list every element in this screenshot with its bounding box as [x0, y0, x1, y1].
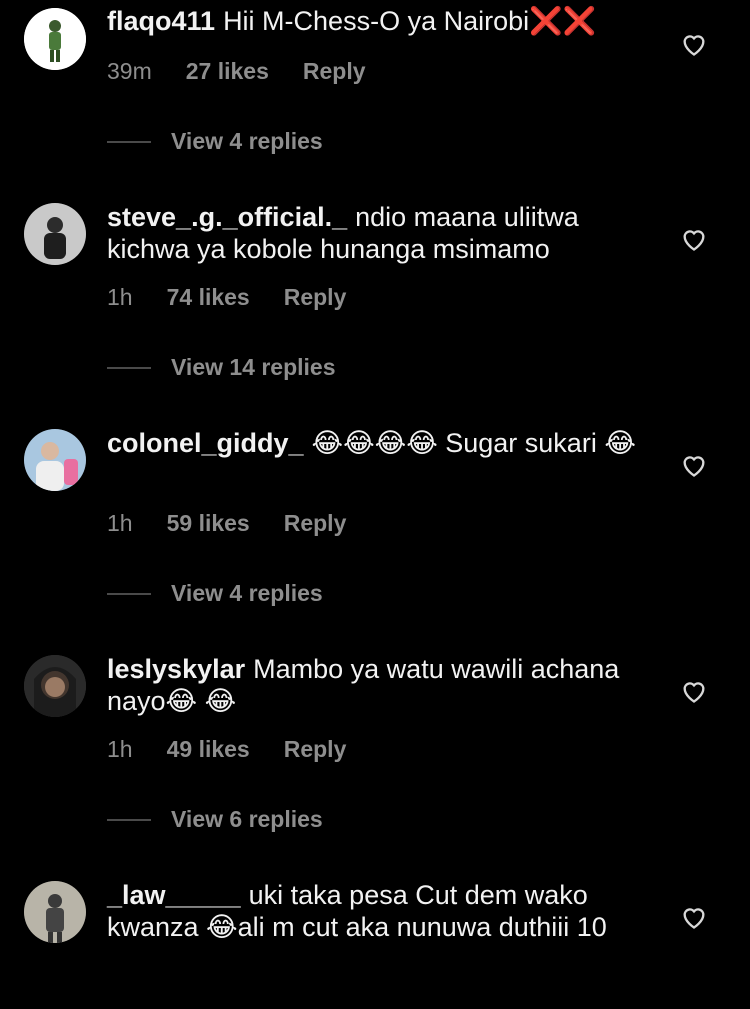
avatar[interactable]: [24, 655, 86, 717]
view-replies-label[interactable]: View 4 replies: [171, 128, 323, 155]
timestamp: 1h: [107, 284, 133, 310]
reply-button[interactable]: Reply: [284, 736, 347, 763]
reply-button[interactable]: Reply: [303, 58, 366, 85]
username[interactable]: _law_____: [107, 880, 241, 910]
view-replies-button[interactable]: View 6 replies: [107, 806, 323, 833]
timestamp: 1h: [107, 510, 133, 536]
comment-text: leslyskylar Mambo ya watu wawili achana n…: [107, 653, 667, 717]
heart-outline-icon[interactable]: [680, 452, 708, 478]
comment-meta: 39m 27 likes Reply: [107, 58, 366, 85]
reply-button[interactable]: Reply: [284, 284, 347, 311]
comment-text: steve_.g._official._ ndio maana uliitwa k…: [107, 201, 667, 265]
likes-count[interactable]: 27 likes: [186, 58, 269, 85]
comment-body: 😂😂😂😂 Sugar sukari 😂: [311, 428, 636, 458]
reply-button[interactable]: Reply: [284, 510, 347, 537]
avatar[interactable]: [24, 8, 86, 70]
view-replies-label[interactable]: View 4 replies: [171, 580, 323, 607]
heart-outline-icon[interactable]: [680, 678, 708, 704]
view-replies-label[interactable]: View 6 replies: [171, 806, 323, 833]
view-replies-button[interactable]: View 4 replies: [107, 580, 323, 607]
username[interactable]: colonel_giddy_: [107, 428, 304, 458]
username[interactable]: steve_.g._official._: [107, 202, 347, 232]
view-replies-button[interactable]: View 4 replies: [107, 128, 323, 155]
likes-count[interactable]: 49 likes: [167, 736, 250, 763]
comment-body: Hii M-Chess-O ya Nairobi❌❌: [223, 6, 597, 36]
comment-text: _law_____ uki taka pesa Cut dem wako kwan…: [107, 879, 667, 943]
timestamp: 1h: [107, 736, 133, 762]
view-replies-label[interactable]: View 14 replies: [171, 354, 336, 381]
likes-count[interactable]: 74 likes: [167, 284, 250, 311]
view-replies-button[interactable]: View 14 replies: [107, 354, 336, 381]
username[interactable]: leslyskylar: [107, 654, 245, 684]
avatar[interactable]: [24, 203, 86, 265]
avatar[interactable]: [24, 429, 86, 491]
divider-line: [107, 818, 151, 821]
divider-line: [107, 592, 151, 595]
heart-outline-icon[interactable]: [680, 904, 708, 930]
avatar[interactable]: [24, 881, 86, 943]
comment-meta: 1h 74 likes Reply: [107, 284, 346, 311]
likes-count[interactable]: 59 likes: [167, 510, 250, 537]
heart-outline-icon[interactable]: [680, 226, 708, 252]
comment-meta: 1h 49 likes Reply: [107, 736, 346, 763]
timestamp: 39m: [107, 58, 152, 84]
comment-meta: 1h 59 likes Reply: [107, 510, 346, 537]
username[interactable]: flaqo411: [107, 6, 215, 36]
comment-text: colonel_giddy_ 😂😂😂😂 Sugar sukari 😂: [107, 427, 667, 459]
comment-text: flaqo411 Hii M-Chess-O ya Nairobi❌❌: [107, 5, 667, 37]
heart-outline-icon[interactable]: [680, 31, 708, 57]
divider-line: [107, 366, 151, 369]
divider-line: [107, 140, 151, 143]
